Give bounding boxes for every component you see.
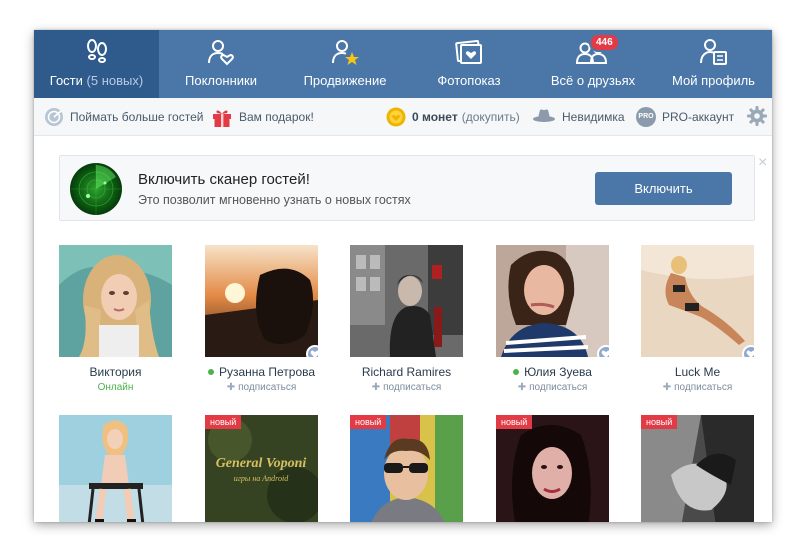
overlay-text-1: General Voponi xyxy=(216,456,307,471)
guest-name-text: Юлия Зуева xyxy=(524,365,592,379)
guest-name[interactable]: Юлия Зуева xyxy=(496,365,609,379)
guest-card[interactable]: новый xyxy=(641,415,754,522)
guest-avatar[interactable] xyxy=(641,245,754,357)
close-banner-button[interactable]: × xyxy=(758,154,767,172)
pro-badge-text: PRO xyxy=(636,107,656,127)
subscribe-link[interactable]: ✚ подписаться xyxy=(350,382,463,393)
pro-account-link[interactable]: PRO PRO-аккаунт xyxy=(636,98,734,136)
banner-title: Включить сканер гостей! xyxy=(138,171,310,188)
app-window: Гости (5 новых) Поклонники Продвижение Ф… xyxy=(34,30,772,522)
tab-photoshow-label: Фотопоказ xyxy=(437,73,501,88)
like-heart-icon[interactable] xyxy=(742,345,754,357)
guest-card[interactable]: General Voponi игры на Android новый xyxy=(205,415,318,522)
subscribe-link[interactable]: ✚ подписаться xyxy=(641,382,754,393)
subscribe-label: подписаться xyxy=(238,382,297,393)
guest-card[interactable]: новый xyxy=(350,415,463,522)
guest-card[interactable] xyxy=(59,415,172,522)
catch-guests-link[interactable]: Поймать больше гостей xyxy=(44,98,203,136)
coins-count: 0 монет xyxy=(412,110,458,124)
scanner-banner: Включить сканер гостей! Это позволит мгн… xyxy=(59,155,755,221)
tab-fans-label: Поклонники xyxy=(185,73,257,88)
guest-avatar[interactable]: General Voponi игры на Android новый xyxy=(205,415,318,522)
subscribe-label: подписаться xyxy=(383,382,442,393)
overlay-text-2: игры на Android xyxy=(234,474,289,483)
coins-link[interactable]: 0 монет (докупить) xyxy=(386,98,520,136)
pro-account-label: PRO-аккаунт xyxy=(662,110,735,124)
tab-promotion-label: Продвижение xyxy=(303,73,387,88)
guest-name-text: Рузанна Петрова xyxy=(218,365,316,379)
enable-scanner-button[interactable]: Включить xyxy=(595,172,732,205)
top-nav: Гости (5 новых) Поклонники Продвижение Ф… xyxy=(34,30,772,98)
online-indicator xyxy=(513,369,520,375)
guest-card[interactable]: Luck Me ✚ подписаться xyxy=(641,245,754,393)
user-card-icon xyxy=(699,37,729,67)
invisible-link[interactable]: Невидимка xyxy=(532,98,625,136)
user-star-icon xyxy=(330,37,360,67)
guest-avatar[interactable]: новый xyxy=(641,415,754,522)
tab-guests-label: Гости xyxy=(49,73,83,88)
like-heart-icon[interactable] xyxy=(306,345,318,357)
subscribe-link[interactable]: ✚ подписаться xyxy=(205,382,318,393)
tab-fans[interactable]: Поклонники xyxy=(159,30,283,98)
guest-name[interactable]: Richard Ramires xyxy=(350,365,463,379)
user-heart-icon xyxy=(206,37,236,67)
tab-friends-label: Всё о друзьях xyxy=(550,73,636,88)
coins-topup-link[interactable]: (докупить) xyxy=(462,110,520,124)
guest-online-status: Онлайн xyxy=(97,382,134,393)
radar-icon xyxy=(44,107,64,127)
friends-badge: 446 xyxy=(589,33,620,52)
guest-avatar[interactable] xyxy=(59,245,172,357)
plus-icon: ✚ xyxy=(662,382,672,393)
subscribe-link[interactable]: ✚ подписаться xyxy=(496,382,609,393)
tab-my-profile[interactable]: Мой профиль xyxy=(655,30,772,98)
guest-avatar[interactable]: новый xyxy=(496,415,609,522)
gift-link[interactable]: Вам подарок! xyxy=(211,98,314,136)
catch-guests-label: Поймать больше гостей xyxy=(70,110,204,124)
guest-avatar[interactable] xyxy=(59,415,172,522)
new-badge: новый xyxy=(350,415,387,429)
guest-name[interactable]: Рузанна Петрова xyxy=(205,365,318,379)
toolbar: Поймать больше гостей Вам подарок! 0 мон… xyxy=(34,98,772,136)
gift-icon xyxy=(211,106,233,128)
radar-scanner-icon xyxy=(70,163,122,215)
new-badge: новый xyxy=(496,415,533,429)
tab-guests-new-count: (5 новых) xyxy=(86,73,144,88)
footprints-icon xyxy=(82,37,112,67)
new-badge: новый xyxy=(205,415,242,429)
guest-avatar[interactable] xyxy=(205,245,318,357)
guest-name[interactable]: Luck Me xyxy=(641,365,754,379)
tab-promotion[interactable]: Продвижение xyxy=(283,30,407,98)
guest-name[interactable]: Виктория xyxy=(59,365,172,379)
pro-badge-icon: PRO xyxy=(636,107,656,127)
guest-card[interactable]: Виктория Онлайн xyxy=(59,245,172,393)
plus-icon: ✚ xyxy=(371,382,381,393)
like-heart-icon[interactable] xyxy=(597,345,609,357)
guest-card[interactable]: Richard Ramires ✚ подписаться xyxy=(350,245,463,393)
guest-avatar[interactable] xyxy=(350,245,463,357)
invisible-label: Невидимка xyxy=(562,110,625,124)
guest-avatar[interactable]: новый xyxy=(350,415,463,522)
photo-heart-icon xyxy=(454,37,484,67)
banner-subtitle: Это позволит мгновенно узнать о новых го… xyxy=(138,193,411,207)
plus-icon: ✚ xyxy=(226,382,236,393)
guest-card[interactable]: Юлия Зуева ✚ подписаться xyxy=(496,245,609,393)
guest-avatar[interactable] xyxy=(496,245,609,357)
tab-guests[interactable]: Гости (5 новых) xyxy=(34,30,159,98)
gear-icon xyxy=(746,105,768,130)
tab-my-profile-label: Мой профиль xyxy=(672,73,755,88)
online-indicator xyxy=(207,369,214,375)
incognito-hat-icon xyxy=(532,108,556,126)
tab-friends[interactable]: 446 Всё о друзьях xyxy=(531,30,655,98)
tab-photoshow[interactable]: Фотопоказ xyxy=(407,30,531,98)
plus-icon: ✚ xyxy=(517,382,527,393)
subscribe-label: подписаться xyxy=(674,382,733,393)
subscribe-label: подписаться xyxy=(529,382,588,393)
new-badge: новый xyxy=(641,415,678,429)
coin-icon xyxy=(386,107,406,127)
guest-card[interactable]: новый xyxy=(496,415,609,522)
guest-card[interactable]: Рузанна Петрова ✚ подписаться xyxy=(205,245,318,393)
settings-button[interactable] xyxy=(746,98,768,136)
gift-label: Вам подарок! xyxy=(239,110,314,124)
